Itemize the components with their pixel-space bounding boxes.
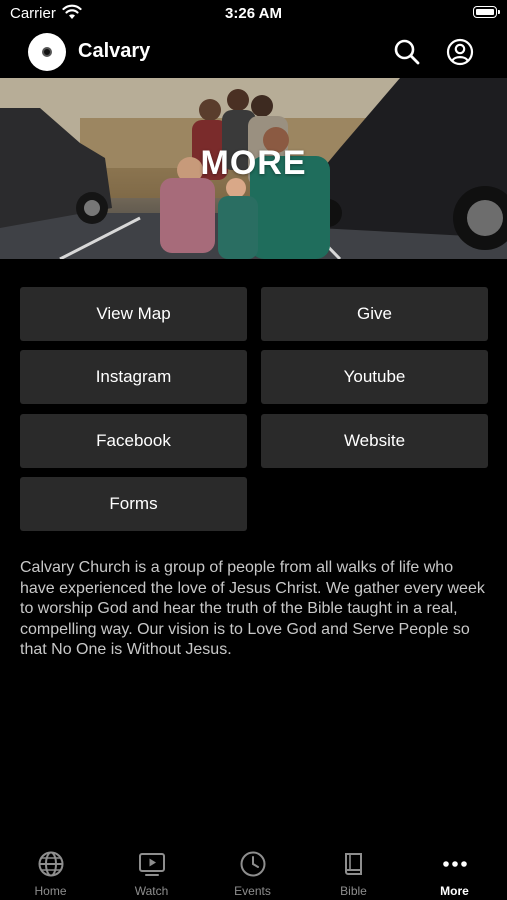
tab-events-label: Events xyxy=(234,884,271,898)
tv-play-icon xyxy=(139,853,165,876)
tab-bible-label: Bible xyxy=(340,884,367,898)
youtube-button[interactable]: Youtube xyxy=(261,350,488,404)
globe-icon xyxy=(38,851,64,877)
tab-home-label: Home xyxy=(34,884,67,898)
view-map-button[interactable]: View Map xyxy=(20,287,247,341)
calvary-logo-icon[interactable] xyxy=(28,33,66,71)
website-button[interactable]: Website xyxy=(261,414,488,468)
tab-watch-label: Watch xyxy=(134,884,169,898)
logo-mark xyxy=(42,47,52,57)
about-description: Calvary Church is a group of people from… xyxy=(20,559,485,658)
book-icon xyxy=(345,853,362,875)
status-bar: Carrier 3:26 AM xyxy=(0,0,507,28)
tab-bible[interactable]: Bible xyxy=(303,838,404,900)
tab-more[interactable]: More xyxy=(404,838,505,900)
instagram-button[interactable]: Instagram xyxy=(20,350,247,404)
status-time: 3:26 AM xyxy=(225,5,282,22)
facebook-button[interactable]: Facebook xyxy=(20,414,247,468)
tab-events[interactable]: Events xyxy=(202,838,303,900)
tab-bar: Home Watch Events Bible More xyxy=(0,838,507,900)
hero-banner: MORE xyxy=(0,78,507,259)
give-button[interactable]: Give xyxy=(261,287,488,341)
profile-icon[interactable] xyxy=(446,38,474,66)
app-title: Calvary xyxy=(78,40,151,62)
hero-title: MORE xyxy=(200,144,307,182)
forms-button[interactable]: Forms xyxy=(20,477,247,531)
more-dots-icon xyxy=(443,861,467,867)
tab-home[interactable]: Home xyxy=(0,838,101,900)
clock-icon xyxy=(240,851,266,877)
tab-more-label: More xyxy=(440,884,469,898)
app-header: Calvary xyxy=(0,28,507,78)
battery-icon xyxy=(473,6,500,18)
search-icon[interactable] xyxy=(393,38,421,66)
tab-watch[interactable]: Watch xyxy=(101,838,202,900)
